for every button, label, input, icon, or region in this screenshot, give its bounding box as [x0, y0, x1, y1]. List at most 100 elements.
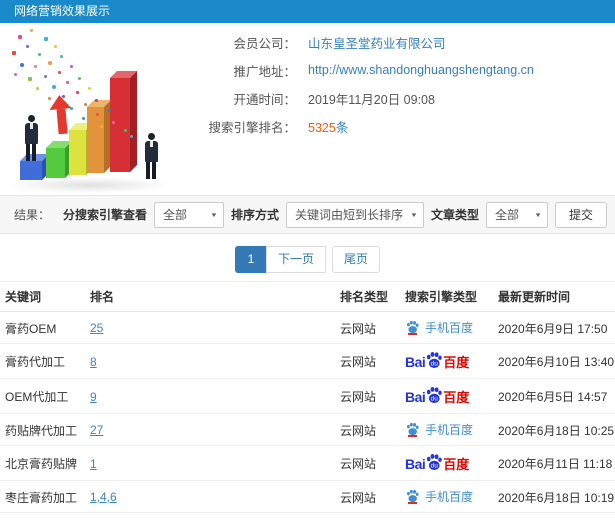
mobile-baidu-logo: 手机百度 [405, 421, 473, 438]
svg-text:du: du [431, 463, 439, 470]
rank-count-value: 5325 [308, 120, 336, 135]
baidu-logo: Bai du 百度 [405, 453, 469, 474]
rank-cell: 1 [85, 445, 335, 481]
engine-filter-select[interactable]: 全部 [153, 201, 224, 228]
member-info-panel: 会员公司： 山东皇圣堂药业有限公司 推广地址： http://www.shand… [200, 23, 615, 140]
engine-filter-label: 分搜索引擎查看 [62, 208, 147, 222]
rank-link[interactable]: 1 [90, 457, 97, 471]
open-time-label: 开通时间： [233, 92, 296, 107]
updated-time-cell: 2020年6月9日 17:50 [493, 311, 615, 344]
rank-count-label: 搜索引擎排名： [208, 120, 296, 135]
baidu-paw-icon [405, 320, 420, 335]
rank-cell: 25 [85, 311, 335, 344]
keyword-cell: 北京膏药贴牌 [0, 445, 85, 481]
page-title-bar: 网络营销效果展示 [0, 0, 615, 23]
page-1-button[interactable]: 1 [234, 246, 267, 273]
updated-time-cell: 2020年6月10日 13:40 [493, 343, 615, 379]
open-time-value: 2019年11月20日 09:08 [308, 92, 435, 107]
rank-cell: 1,4,6 [85, 480, 335, 513]
baidu-paw-icon [405, 489, 420, 504]
result-label: 结果： [14, 208, 51, 222]
summary-section: 会员公司： 山东皇圣堂药业有限公司 推广地址： http://www.shand… [0, 23, 615, 195]
keyword-cell: 膏药代加工 [0, 343, 85, 379]
results-table: 关键词 排名 排名类型 搜索引擎类型 最新更新时间 膏药OEM 25 云网站 手… [0, 281, 615, 520]
growth-arrow-icon [48, 94, 73, 136]
submit-button[interactable]: 提交 [554, 201, 607, 228]
promo-url-link[interactable]: http://www.shandonghuangshengtang.cn [308, 63, 534, 77]
article-type-select[interactable]: 全部 [485, 201, 548, 228]
baidu-paw-icon [405, 422, 420, 437]
next-page-button[interactable]: 下一页 [265, 246, 326, 273]
keyword-cell: 膏药OEM [0, 311, 85, 344]
col-header-rank-type: 排名类型 [335, 281, 400, 312]
engine-cell: 手机百度 [400, 480, 493, 513]
table-row: 枣庄膏药加工 1,4,6 云网站 手机百度 2020年6月18日 10:19 [0, 480, 615, 513]
engine-cell: Bai du 百度 [400, 512, 493, 520]
info-row-company: 会员公司： 山东皇圣堂药业有限公司 [200, 28, 615, 56]
svg-text:du: du [431, 361, 439, 368]
engine-cell: Bai du 百度 [400, 378, 493, 414]
businessman-left-icon [20, 115, 42, 161]
sort-select[interactable]: 关键词由短到长排序 [285, 201, 424, 228]
table-row: 药贴牌代加工 27 云网站 手机百度 2020年6月18日 10:25 [0, 413, 615, 446]
table-row: 医疗器械厂家 4 云网站 Bai du 百度 2 [0, 512, 615, 520]
col-header-updated: 最新更新时间 [493, 281, 615, 312]
rank-type-cell: 云网站 [335, 413, 400, 446]
col-header-keyword: 关键词 [0, 281, 85, 312]
rank-link[interactable]: 1,4,6 [90, 490, 117, 504]
engine-cell: Bai du 百度 [400, 445, 493, 481]
sort-select-wrap: 关键词由短到长排序 ▼ [285, 201, 424, 228]
article-type-wrap: 全部 ▼ [485, 201, 548, 228]
baidu-paw-icon: du [424, 351, 444, 372]
baidu-logo: Bai du 百度 [405, 351, 469, 372]
engine-cell: 手机百度 [400, 413, 493, 446]
keyword-cell: 枣庄膏药加工 [0, 480, 85, 513]
rank-link[interactable]: 9 [90, 390, 97, 404]
rank-cell: 8 [85, 343, 335, 379]
page-title: 网络营销效果展示 [14, 4, 111, 18]
rank-link[interactable]: 27 [90, 423, 103, 437]
rank-type-cell: 云网站 [335, 311, 400, 344]
rank-link[interactable]: 8 [90, 355, 97, 369]
filter-bar: 结果： 分搜索引擎查看 全部 ▼ 排序方式 关键词由短到长排序 ▼ 文章类型 全… [0, 195, 615, 234]
keyword-cell: 药贴牌代加工 [0, 413, 85, 446]
mobile-baidu-logo: 手机百度 [405, 488, 473, 505]
results-table-body: 膏药OEM 25 云网站 手机百度 2020年6月9日 17:50 膏药代加工 … [0, 311, 615, 520]
updated-time-cell: 2020年5月29日 10:32 [493, 512, 615, 520]
rank-link[interactable]: 25 [90, 321, 103, 335]
rank-type-cell: 云网站 [335, 343, 400, 379]
filter-controls: 分搜索引擎查看 全部 ▼ 排序方式 关键词由短到长排序 ▼ 文章类型 全部 ▼ … [62, 201, 607, 228]
col-header-engine: 搜索引擎类型 [400, 281, 493, 312]
rank-type-cell: 云网站 [335, 480, 400, 513]
baidu-paw-icon: du [424, 386, 444, 407]
company-label: 会员公司： [233, 36, 296, 51]
rank-type-cell: 云网站 [335, 512, 400, 520]
sort-label: 排序方式 [230, 208, 279, 222]
info-row-open-time: 开通时间： 2019年11月20日 09:08 [200, 84, 615, 112]
mobile-baidu-logo: 手机百度 [405, 319, 473, 336]
rank-cell: 27 [85, 413, 335, 446]
updated-time-cell: 2020年6月5日 14:57 [493, 378, 615, 414]
keyword-cell: 医疗器械厂家 [0, 512, 85, 520]
info-row-url: 推广地址： http://www.shandonghuangshengtang.… [200, 56, 615, 84]
table-row: 膏药OEM 25 云网站 手机百度 2020年6月9日 17:50 [0, 311, 615, 344]
rank-cell: 9 [85, 378, 335, 414]
engine-cell: Bai du 百度 [400, 343, 493, 379]
baidu-paw-icon: du [424, 453, 444, 474]
updated-time-cell: 2020年6月18日 10:25 [493, 413, 615, 446]
keyword-cell: OEM代加工 [0, 378, 85, 414]
table-row: OEM代加工 9 云网站 Bai du 百度 2020年6月5日 14:57 [0, 378, 615, 414]
promo-url-label: 推广地址： [233, 64, 296, 79]
info-row-rank-count: 搜索引擎排名： 5325条 [200, 112, 615, 140]
rank-count-suffix: 条 [335, 120, 349, 135]
article-type-label: 文章类型 [430, 208, 479, 222]
baidu-logo: Bai du 百度 [405, 386, 469, 407]
col-header-rank: 排名 [85, 281, 335, 312]
businessman-right-icon [140, 133, 162, 179]
last-page-button[interactable]: 尾页 [332, 246, 381, 273]
engine-cell: 手机百度 [400, 311, 493, 344]
engine-filter-wrap: 全部 ▼ [153, 201, 224, 228]
company-link[interactable]: 山东皇圣堂药业有限公司 [308, 33, 446, 52]
table-row: 膏药代加工 8 云网站 Bai du 百度 2020年6月10日 13:40 [0, 343, 615, 379]
updated-time-cell: 2020年6月11日 11:18 [493, 445, 615, 481]
